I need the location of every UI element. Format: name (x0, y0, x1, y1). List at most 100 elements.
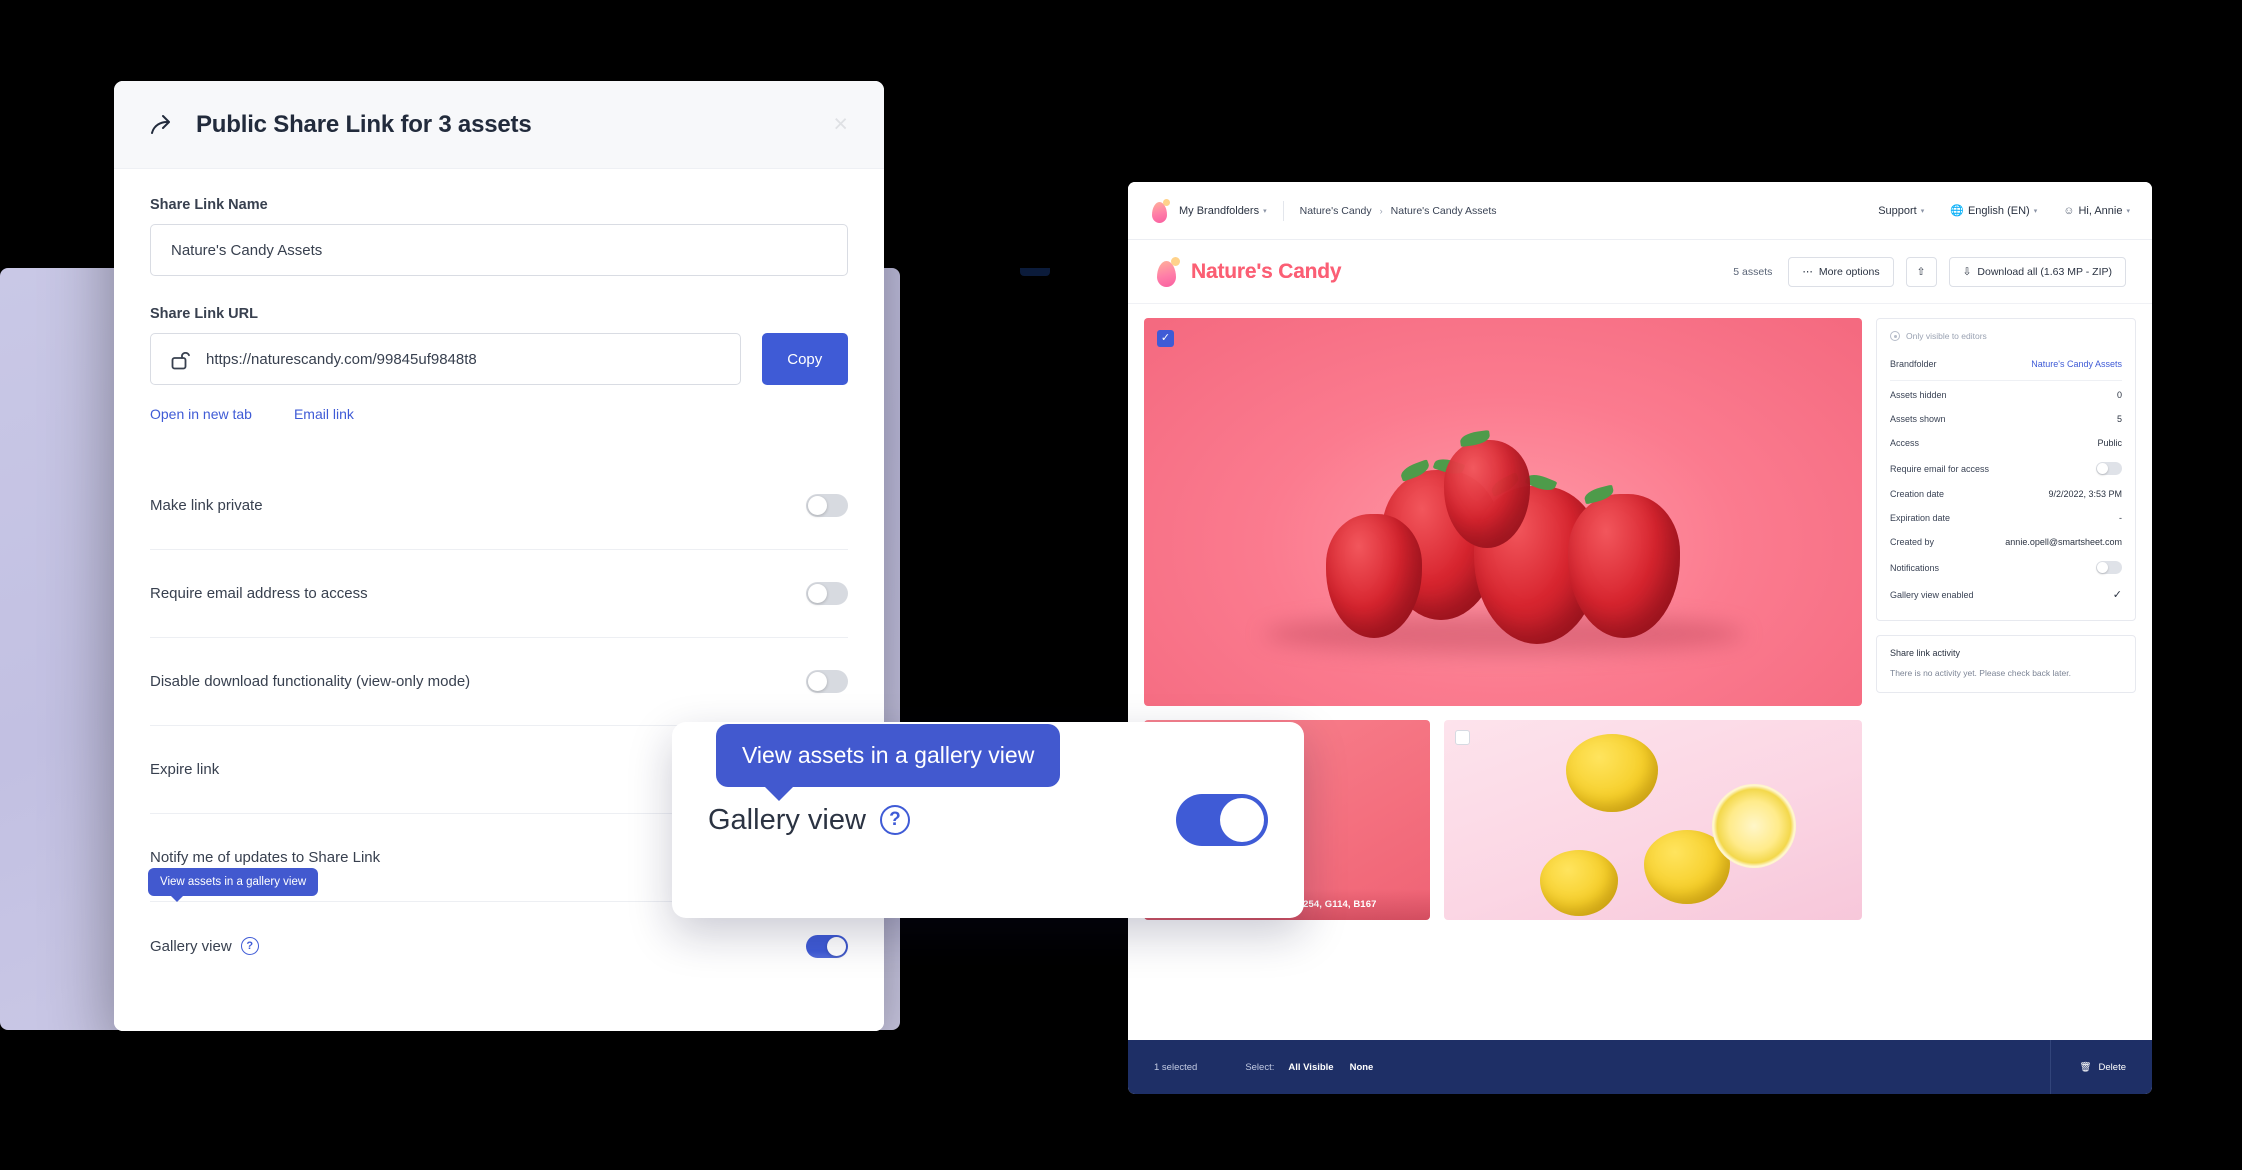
brandfolder-browser-window: My Brandfolders ▾ Nature's Candy › Natur… (1128, 182, 2152, 1094)
detail-row-require-email: Require email for access (1890, 455, 2122, 482)
unlocked-padlock-icon (171, 349, 190, 370)
lemon-asset-card[interactable] (1444, 720, 1862, 920)
breadcrumb-root[interactable]: Nature's Candy (1300, 205, 1372, 217)
check-icon: ✓ (2112, 589, 2122, 601)
detail-label: Assets hidden (1890, 390, 1947, 400)
detail-label: Creation date (1890, 489, 1945, 499)
support-label: Support (1878, 204, 1917, 217)
detail-row-expiration-date: Expiration date - (1890, 506, 2122, 530)
globe-icon: 🌐 (1950, 205, 1964, 217)
detail-label: Require email for access (1890, 463, 1990, 474)
share-link-url-input[interactable]: https://naturescandy.com/99845uf9848t8 (150, 333, 741, 385)
help-icon[interactable]: ? (240, 937, 259, 955)
backdrop-notch (1020, 268, 1050, 276)
detail-value: - (2119, 513, 2122, 523)
share-link-name-label: Share Link Name (150, 197, 268, 213)
breadcrumb-separator-icon: › (1379, 205, 1383, 216)
email-link[interactable]: Email link (294, 406, 354, 422)
dialog-header: Public Share Link for 3 assets × (114, 81, 884, 169)
detail-row-assets-hidden: Assets hidden 0 (1890, 383, 2122, 407)
notifications-toggle[interactable] (2096, 561, 2122, 574)
detail-value: annie.opell@smartsheet.com (2005, 537, 2122, 547)
open-in-new-tab-link[interactable]: Open in new tab (150, 406, 252, 422)
chevron-down-icon: ▾ (1920, 207, 1925, 215)
detail-label: Created by (1890, 537, 1935, 547)
share-link-name-input[interactable]: Nature's Candy Assets (150, 224, 848, 276)
lemon-half-shape (1712, 784, 1796, 868)
chevron-down-icon: ▾ (2126, 207, 2130, 215)
share-link-url-value: https://naturescandy.com/99845uf9848t8 (206, 350, 477, 368)
option-label-group: Gallery view ? (150, 937, 259, 955)
gallery-view-toggle[interactable] (806, 934, 848, 958)
asset-checkbox[interactable] (1455, 730, 1470, 745)
lemon-shape (1540, 850, 1618, 916)
asset-selected-checkbox[interactable]: ✓ (1157, 330, 1174, 347)
detail-value: Public (2097, 438, 2122, 448)
callout-gallery-view-toggle[interactable] (1176, 794, 1268, 846)
detail-row-creation-date: Creation date 9/2/2022, 3:53 PM (1890, 482, 2122, 506)
detail-row-access: Access Public (1890, 431, 2122, 455)
breadcrumb-current[interactable]: Nature's Candy Assets (1391, 205, 1497, 217)
trash-icon: 🗑 (2079, 1061, 2092, 1073)
hero-asset-card[interactable]: ✓ (1144, 318, 1862, 706)
gallery-view-tooltip: View assets in a gallery view (148, 868, 319, 902)
link-actions: Open in new tab Email link (150, 406, 848, 422)
help-icon[interactable]: ? (879, 805, 910, 835)
user-menu[interactable]: ☺ Hi, Annie ▾ (2063, 205, 2130, 217)
share-arrow-icon (150, 113, 176, 137)
chevron-down-icon: ▾ (1263, 207, 1267, 215)
detail-value: 5 (2116, 414, 2122, 424)
detail-label: Access (1890, 438, 1920, 448)
delete-button[interactable]: 🗑 Delete (2050, 1040, 2126, 1094)
top-navigation-bar: My Brandfolders ▾ Nature's Candy › Natur… (1128, 182, 2152, 240)
detail-row-gallery-view-enabled: Gallery view enabled ✓ (1890, 581, 2122, 608)
only-visible-label: Only visible to editors (1906, 331, 1987, 341)
upload-icon: ⇧ (1916, 265, 1926, 278)
make-link-private-toggle[interactable] (806, 494, 848, 517)
download-all-button[interactable]: ⇩ Download all (1.63 MP - ZIP) (1948, 256, 2126, 287)
require-email-toggle[interactable] (2096, 462, 2122, 475)
more-options-button[interactable]: ⋯ More options (1788, 256, 1894, 287)
my-brandfolders-menu[interactable]: My Brandfolders ▾ (1179, 205, 1267, 217)
delete-label: Delete (2098, 1061, 2126, 1073)
copy-button[interactable]: Copy (761, 333, 848, 385)
language-label: English (EN) (1967, 204, 2030, 217)
only-visible-to-editors-note: Only visible to editors (1890, 331, 2122, 341)
dialog-title: Public Share Link for 3 assets (196, 110, 532, 138)
close-icon[interactable]: × (833, 112, 848, 137)
brandfolder-logo-icon (1150, 198, 1170, 223)
select-all-visible-button[interactable]: All Visible (1288, 1062, 1333, 1073)
my-brandfolders-label: My Brandfolders (1179, 204, 1260, 217)
language-menu[interactable]: 🌐 English (EN) ▾ (1950, 204, 2038, 218)
assets-count-label: 5 assets (1733, 265, 1773, 278)
select-label: Select: (1245, 1061, 1275, 1073)
top-nav-right-group: Support ▾ 🌐 English (EN) ▾ ☺ Hi, Annie ▾ (1878, 204, 2130, 218)
callout-label-group: View assets in a gallery view Gallery vi… (708, 723, 1061, 837)
detail-label: Expiration date (1890, 513, 1951, 523)
option-label: Gallery view (150, 937, 232, 955)
user-label: Hi, Annie (2078, 204, 2123, 217)
screenshot-stage: My Brandfolders ▾ Nature's Candy › Natur… (0, 0, 2242, 1170)
selected-count-label: 1 selected (1154, 1061, 1198, 1073)
detail-row-brandfolder: Brandfolder Nature's Candy Assets (1890, 352, 2122, 376)
upload-button[interactable]: ⇧ (1905, 256, 1937, 287)
selection-action-bar: 1 selected Select: All Visible None 🗑 De… (1128, 1040, 2152, 1094)
support-menu[interactable]: Support ▾ (1878, 205, 1924, 217)
option-label: Require email address to access (150, 585, 368, 602)
detail-label: Gallery view enabled (1890, 589, 1974, 600)
detail-value-link[interactable]: Nature's Candy Assets (2031, 359, 2122, 369)
brand-header-bar: Nature's Candy 5 assets ⋯ More options ⇧… (1128, 240, 2152, 304)
share-link-details-sidebar: Only visible to editors Brandfolder Natu… (1876, 318, 2136, 994)
person-icon: ☺ (2063, 204, 2075, 217)
eye-icon (1890, 331, 1900, 341)
detail-row-assets-shown: Assets shown 5 (1890, 407, 2122, 431)
callout-gallery-view-label: Gallery view (708, 803, 866, 836)
disable-download-toggle[interactable] (806, 670, 848, 693)
select-none-button[interactable]: None (1350, 1062, 1374, 1073)
option-label: Notify me of updates to Share Link (150, 849, 381, 866)
chevron-down-icon: ▾ (2033, 207, 2038, 215)
share-link-url-row: https://naturescandy.com/99845uf9848t8 C… (150, 333, 848, 385)
strawberry-shape (1568, 494, 1680, 638)
require-email-toggle[interactable] (806, 582, 848, 605)
natures-candy-logo-icon (1154, 256, 1180, 287)
